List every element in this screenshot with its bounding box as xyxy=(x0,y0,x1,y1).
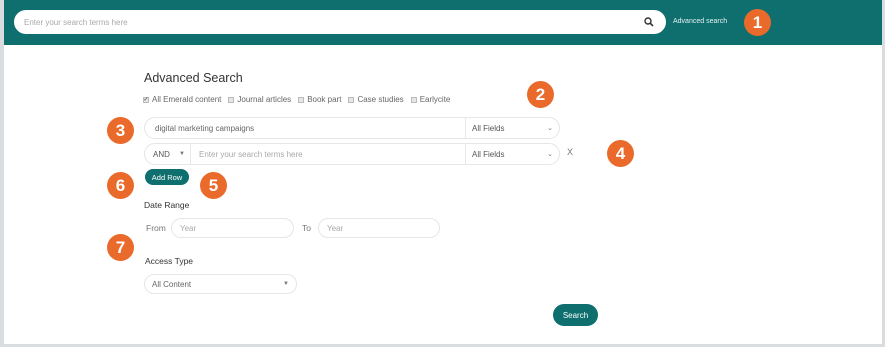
to-year-field xyxy=(318,218,440,238)
to-year-input[interactable] xyxy=(327,223,431,233)
page-title: Advanced Search xyxy=(144,71,243,85)
filter-journal-articles[interactable]: Journal articles xyxy=(228,95,291,104)
content-type-filters: ✓ All Emerald content Journal articles Bo… xyxy=(143,95,450,104)
filter-label: Journal articles xyxy=(237,95,292,104)
checkbox-icon[interactable] xyxy=(228,96,235,103)
callout-badge-6: 6 xyxy=(107,172,134,199)
chevron-down-icon: ⌄ xyxy=(547,151,553,158)
checkbox-icon[interactable] xyxy=(348,96,355,103)
access-type-value: All Content xyxy=(152,279,192,289)
callout-badge-4: 4 xyxy=(607,140,634,167)
caret-down-icon: ▼ xyxy=(179,151,185,157)
filter-case-studies[interactable]: Case studies xyxy=(348,95,404,104)
search-row-1: All Fields ⌄ xyxy=(144,117,560,139)
from-label: From xyxy=(146,223,166,233)
to-label: To xyxy=(302,223,311,233)
search-row-2: AND ▼ All Fields ⌄ xyxy=(144,143,560,165)
global-search-input[interactable] xyxy=(24,17,642,27)
filter-book-part[interactable]: Book part xyxy=(298,95,341,104)
access-type-select[interactable]: All Content ▼ xyxy=(144,274,297,294)
operator-value: AND xyxy=(153,149,170,159)
advanced-search-link[interactable]: Advanced search xyxy=(673,18,727,25)
checkbox-icon[interactable] xyxy=(298,96,305,103)
boolean-operator-select[interactable]: AND ▼ xyxy=(145,144,191,164)
filter-label: Earlycite xyxy=(419,95,451,104)
callout-badge-5: 5 xyxy=(200,172,227,199)
search-button[interactable]: Search xyxy=(553,304,598,326)
caret-down-icon: ▼ xyxy=(283,281,289,287)
filter-all-emerald-content[interactable]: ✓ All Emerald content xyxy=(143,95,221,104)
field-select-2[interactable]: All Fields ⌄ xyxy=(465,144,553,164)
checkbox-icon[interactable] xyxy=(410,96,417,103)
search-icon[interactable] xyxy=(642,15,656,29)
filter-label: Case studies xyxy=(357,95,404,104)
field-select-value: All Fields xyxy=(472,123,505,133)
from-year-input[interactable] xyxy=(180,223,285,233)
add-row-button[interactable]: Add Row xyxy=(145,169,189,185)
filter-earlycite[interactable]: Earlycite xyxy=(410,95,451,104)
chevron-down-icon: ⌄ xyxy=(547,125,553,132)
field-select-value: All Fields xyxy=(472,149,505,159)
from-year-field xyxy=(171,218,294,238)
search-term-input-2[interactable] xyxy=(199,149,449,159)
field-select-1[interactable]: All Fields ⌄ xyxy=(465,118,553,138)
filter-label: Book part xyxy=(307,95,342,104)
callout-badge-3: 3 xyxy=(107,117,134,144)
callout-badge-1: 1 xyxy=(744,9,771,36)
page xyxy=(0,0,885,347)
global-search-bar xyxy=(14,10,666,34)
filter-label: All Emerald content xyxy=(152,95,222,104)
date-range-label: Date Range xyxy=(144,200,190,210)
callout-badge-2: 2 xyxy=(527,81,554,108)
checkbox-checked-icon[interactable]: ✓ xyxy=(143,96,149,103)
remove-row-button[interactable]: X xyxy=(567,147,573,157)
access-type-label: Access Type xyxy=(145,256,194,266)
search-term-input-1[interactable] xyxy=(155,123,455,133)
callout-badge-7: 7 xyxy=(107,234,134,261)
